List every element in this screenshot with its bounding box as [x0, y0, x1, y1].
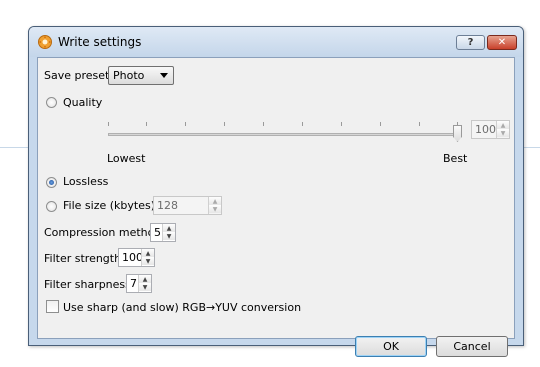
- slider-tick: [146, 122, 147, 126]
- filter-strength-label: Filter strength: [44, 252, 122, 265]
- filter-strength-spinbox[interactable]: 100 ▲ ▼: [118, 248, 155, 267]
- quality-spin-buttons: ▲ ▼: [496, 121, 509, 138]
- chevron-down-icon: [160, 73, 168, 78]
- save-preset-select[interactable]: Photo: [108, 66, 174, 85]
- write-settings-dialog: Write settings ? ✕ Save preset Photo Qua…: [28, 26, 524, 357]
- help-icon: ?: [467, 37, 474, 48]
- lossless-label: Lossless: [63, 175, 109, 188]
- title-bar: Write settings ? ✕: [29, 27, 523, 57]
- filesize-value: 128: [157, 199, 178, 212]
- slider-tick: [108, 122, 109, 126]
- cancel-button-label: Cancel: [453, 340, 491, 353]
- filesize-spin-buttons: ▲ ▼: [208, 197, 221, 214]
- quality-radio[interactable]: [46, 97, 57, 108]
- compression-spinbox[interactable]: 5 ▲ ▼: [150, 223, 176, 242]
- filter-strength-value: 100: [122, 251, 143, 264]
- slider-max-label: Best: [443, 152, 468, 165]
- filesize-label: File size (kbytes): [63, 199, 155, 212]
- slider-tick: [263, 122, 264, 126]
- close-icon: ✕: [497, 37, 507, 48]
- slider-min-label: Lowest: [107, 152, 146, 165]
- filter-sharpness-spin-buttons: ▲ ▼: [138, 275, 151, 292]
- quality-value: 100: [475, 123, 496, 136]
- compression-spin-buttons: ▲ ▼: [162, 224, 175, 241]
- filter-sharpness-value: 7: [130, 277, 137, 290]
- filter-sharpness-label: Filter sharpness: [44, 278, 131, 291]
- filesize-spinbox[interactable]: 128 ▲ ▼: [153, 196, 222, 215]
- spin-down-icon[interactable]: ▼: [163, 232, 175, 240]
- quality-slider-thumb[interactable]: [453, 125, 462, 142]
- slider-tick: [380, 122, 381, 126]
- filter-strength-spin-buttons: ▲ ▼: [141, 249, 154, 266]
- ok-button[interactable]: OK: [355, 336, 427, 357]
- slider-tick: [185, 122, 186, 126]
- save-preset-value: Photo: [113, 69, 145, 82]
- help-button[interactable]: ?: [456, 35, 485, 50]
- sharp-yuv-checkbox[interactable]: [46, 300, 59, 313]
- ok-button-label: OK: [383, 340, 399, 353]
- lossless-radio[interactable]: [46, 177, 57, 188]
- spin-down-icon[interactable]: ▼: [209, 205, 221, 213]
- slider-tick: [302, 122, 303, 126]
- quality-spinbox[interactable]: 100 ▲ ▼: [471, 120, 510, 139]
- filesize-radio[interactable]: [46, 201, 57, 212]
- slider-tick: [419, 122, 420, 126]
- spin-down-icon[interactable]: ▼: [139, 283, 151, 291]
- app-logo-icon: [38, 35, 52, 49]
- slider-tick: [224, 122, 225, 126]
- quality-slider-track[interactable]: [108, 133, 458, 136]
- save-preset-label: Save preset: [44, 69, 110, 82]
- sharp-yuv-label: Use sharp (and slow) RGB→YUV conversion: [63, 301, 302, 314]
- quality-label: Quality: [63, 96, 103, 109]
- window-title: Write settings: [58, 35, 142, 49]
- spin-down-icon[interactable]: ▼: [497, 129, 509, 137]
- cancel-button[interactable]: Cancel: [436, 336, 508, 357]
- filter-sharpness-spinbox[interactable]: 7 ▲ ▼: [126, 274, 152, 293]
- close-button[interactable]: ✕: [487, 35, 517, 50]
- compression-label: Compression method: [44, 226, 162, 239]
- spin-down-icon[interactable]: ▼: [142, 257, 154, 265]
- slider-tick: [341, 122, 342, 126]
- dialog-body: Save preset Photo Quality 100 ▲ ▼ Lowest…: [37, 57, 515, 357]
- compression-value: 5: [154, 226, 161, 239]
